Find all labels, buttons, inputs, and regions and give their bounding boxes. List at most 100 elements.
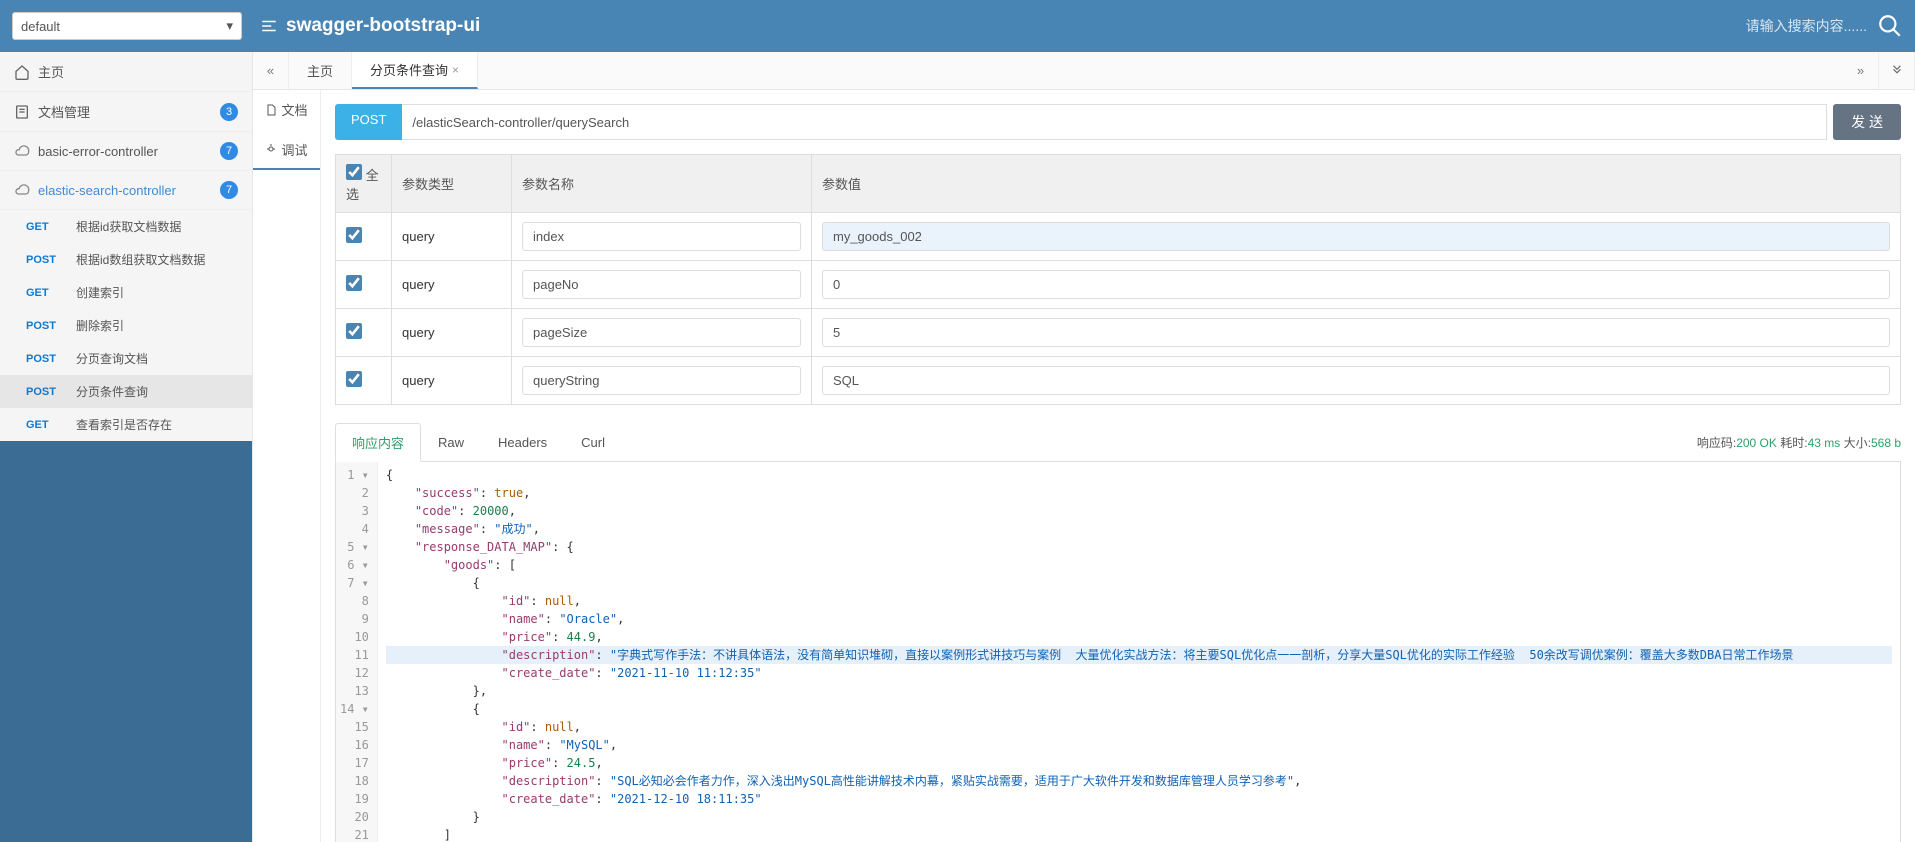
sidebar: 主页文档管理3basic-error-controller7elastic-se… [0,52,253,842]
sidebar-item-label: 主页 [38,62,238,81]
tab-current-label: 分页条件查询 [370,60,448,79]
api-item-label: 删除索引 [76,317,124,334]
param-value-input[interactable] [822,270,1890,299]
response-status: 响应码:200 OK 耗时:43 ms 大小:568 b [1697,434,1901,451]
cloud-icon [14,143,30,159]
select-all-checkbox[interactable] [346,164,362,180]
search-icon[interactable] [1877,13,1903,39]
home-icon [14,64,30,80]
api-item-label: 查看索引是否存在 [76,416,172,433]
response-tabs: 响应内容 Raw Headers Curl 响应码:200 OK 耗时:43 m… [335,423,1901,462]
document-icon [265,104,277,116]
tab-home-label: 主页 [307,61,333,80]
api-item-label: 创建索引 [76,284,124,301]
side-tab-debug[interactable]: 调试 [253,130,320,170]
param-name-input[interactable] [522,366,801,395]
param-type: query [392,261,512,309]
col-name: 参数名称 [512,155,812,213]
param-value-input[interactable] [822,318,1890,347]
resp-tab-raw[interactable]: Raw [421,425,481,459]
resp-code: 200 OK [1736,436,1777,450]
search-placeholder[interactable]: 请输入搜索内容...... [1746,16,1867,36]
method-label: POST [26,386,64,398]
api-group-select[interactable]: default ▾ [12,12,242,40]
sidebar-item-2[interactable]: basic-error-controller7 [0,132,252,171]
params-table: 全选 参数类型 参数名称 参数值 queryqueryqueryquery [335,154,1901,405]
api-item-label: 分页查询文档 [76,350,148,367]
url-input[interactable] [402,104,1827,140]
api-item-label: 根据id数组获取文档数据 [76,251,205,268]
param-enable-checkbox[interactable] [346,275,362,291]
app-title-text: swagger-bootstrap-ui [286,15,480,37]
resp-tab-body[interactable]: 响应内容 [335,423,421,462]
topbar: default ▾ swagger-bootstrap-ui 请输入搜索内容..… [0,0,1915,52]
param-name-input[interactable] [522,270,801,299]
col-value: 参数值 [812,155,1901,213]
api-item-2[interactable]: GET 创建索引 [0,276,252,309]
request-bar: POST 发 送 [335,104,1901,140]
param-value-input[interactable] [822,366,1890,395]
param-value-input[interactable] [822,222,1890,251]
resp-code-label: 响应码: [1697,436,1736,450]
sidebar-item-label: basic-error-controller [38,144,220,159]
method-label: GET [26,287,64,299]
param-type: query [392,357,512,405]
side-tabs: 文档 调试 [253,90,321,842]
param-enable-checkbox[interactable] [346,323,362,339]
param-name-input[interactable] [522,318,801,347]
send-button[interactable]: 发 送 [1833,104,1901,140]
tabs-scroll-right[interactable]: » [1843,52,1879,89]
api-item-6[interactable]: GET查看索引是否存在 [0,408,252,441]
param-enable-checkbox[interactable] [346,371,362,387]
count-badge: 7 [220,142,238,160]
tabs-scroll-left[interactable]: « [253,52,289,89]
sidebar-item-1[interactable]: 文档管理3 [0,92,252,132]
menu-toggle-icon[interactable] [260,17,278,35]
api-item-label: 根据id获取文档数据 [76,218,181,235]
api-item-label: 分页条件查询 [76,383,148,400]
method-label: POST [26,353,64,365]
count-badge: 3 [220,103,238,121]
sidebar-empty-area [0,441,252,842]
api-item-5[interactable]: POST 分页条件查询 [0,375,252,408]
content-area: « 主页 分页条件查询 × » 文档 [253,52,1915,842]
param-row: query [336,261,1901,309]
side-tab-debug-label: 调试 [281,140,307,159]
api-item-4[interactable]: POST 分页查询文档 [0,342,252,375]
sidebar-item-0[interactable]: 主页 [0,52,252,92]
resp-time: 43 ms [1808,436,1841,450]
param-type: query [392,309,512,357]
method-label: POST [26,254,64,266]
response-body[interactable]: 1 ▾2345 ▾6 ▾7 ▾891011121314 ▾15161718192… [335,462,1901,842]
sidebar-item-3[interactable]: elastic-search-controller7 [0,171,252,210]
bug-icon [265,143,277,155]
tab-home[interactable]: 主页 [289,52,352,89]
sidebar-item-label: elastic-search-controller [38,183,220,198]
method-label: GET [26,221,64,233]
chevron-down-icon: ▾ [226,18,233,34]
api-item-0[interactable]: GET 根据id获取文档数据 [0,210,252,243]
param-row: query [336,309,1901,357]
side-tab-doc[interactable]: 文档 [253,90,320,130]
resp-tab-headers[interactable]: Headers [481,425,564,459]
resp-time-label: 耗时: [1780,436,1807,450]
count-badge: 7 [220,181,238,199]
param-row: query [336,357,1901,405]
resp-tab-curl[interactable]: Curl [564,425,622,459]
api-item-3[interactable]: POST删除索引 [0,309,252,342]
param-enable-checkbox[interactable] [346,227,362,243]
doc-icon [14,104,30,120]
col-type: 参数类型 [392,155,512,213]
tab-current[interactable]: 分页条件查询 × [352,52,478,89]
api-item-1[interactable]: POST 根据id数组获取文档数据 [0,243,252,276]
close-icon[interactable]: × [452,63,459,77]
param-row: query [336,213,1901,261]
sidebar-item-label: 文档管理 [38,102,220,121]
app-title: swagger-bootstrap-ui [260,15,480,37]
tabs-bar: « 主页 分页条件查询 × » [253,52,1915,90]
resp-size: 568 b [1871,436,1901,450]
tabs-more[interactable] [1879,52,1915,89]
method-badge: POST [335,104,402,140]
param-name-input[interactable] [522,222,801,251]
side-tab-doc-label: 文档 [281,100,307,119]
